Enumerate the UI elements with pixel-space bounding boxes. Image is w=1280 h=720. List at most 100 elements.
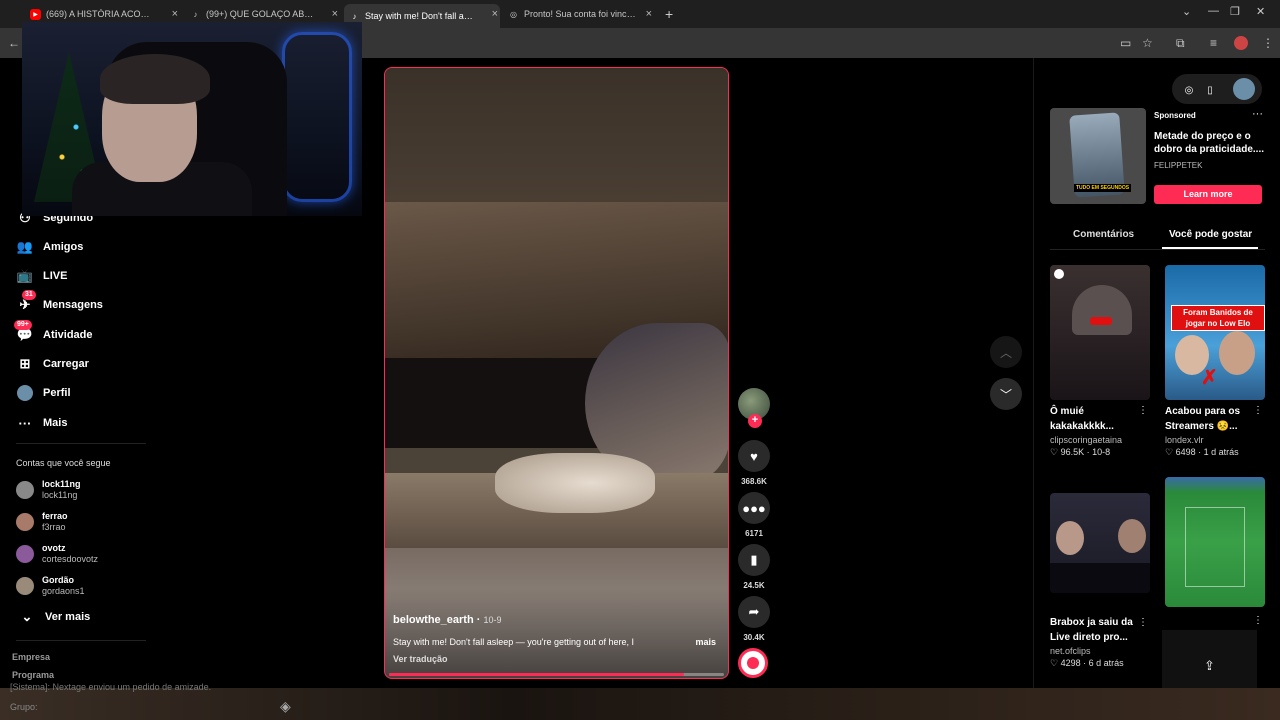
profile-icon [16, 384, 34, 402]
live-icon: 📺 [16, 268, 34, 283]
browser-tab-active[interactable]: ♪ Stay with me! Don't fall asleep × [344, 4, 500, 28]
reading-list-icon[interactable]: ≡ [1210, 36, 1217, 50]
next-video-button[interactable]: ﹀ [990, 378, 1022, 410]
card-likes: 4298 [1060, 658, 1081, 668]
nav-perfil[interactable]: Perfil [16, 384, 71, 402]
card-options-icon[interactable]: ⋮ [1253, 615, 1263, 626]
video-thumbnail[interactable] [1050, 265, 1150, 400]
card-title[interactable]: Brabox ja saiu da Live direto pro... [1050, 615, 1138, 645]
suggested-video-card[interactable]: ⋮ Ô muié kakakakkkk... clipscoringaetain… [1050, 265, 1150, 458]
comment-button[interactable]: ●●● [738, 492, 770, 524]
comment-icon: ●●● [742, 500, 766, 516]
progress-bar[interactable] [389, 673, 684, 676]
tab-comments[interactable]: Comentários [1073, 229, 1134, 240]
video-thumbnail[interactable]: Foram Banidos de jogar no Low Elo ✗ [1165, 265, 1265, 400]
footer-link[interactable]: Programa [12, 670, 54, 680]
suggested-video-card[interactable]: ⋮ Brabox ja saiu da Live direto pro... n… [1050, 493, 1150, 669]
close-tab-icon[interactable]: × [172, 8, 178, 20]
card-options-icon[interactable]: ⋮ [1253, 405, 1263, 416]
ad-title[interactable]: Metade do preço e o dobro da praticidade… [1154, 130, 1264, 156]
profile-avatar-icon[interactable] [1234, 36, 1248, 50]
account-item[interactable]: Gordão gordaons1 [16, 575, 85, 597]
like-count: 368.6K [741, 477, 767, 486]
browser-tab[interactable]: ▶ (669) A HISTÓRIA ACONTECEU × [30, 4, 180, 24]
messages-badge: 31 [22, 290, 36, 300]
nav-mais[interactable]: ··· Mais [16, 414, 68, 432]
card-likes: 6498 [1175, 447, 1196, 457]
maximize-icon[interactable]: ❐ [1230, 5, 1240, 18]
chevron-up-icon: ︿ [999, 345, 1012, 360]
user-avatar[interactable] [1233, 78, 1255, 100]
nav-atividade[interactable]: 💬 99+ Atividade [14, 320, 93, 344]
suggested-video-card[interactable]: Foram Banidos de jogar no Low Elo ✗ ⋮ Ac… [1165, 265, 1265, 458]
card-title[interactable]: Ô muié kakakakkkk... [1050, 404, 1138, 434]
extensions-icon[interactable]: ⧉ [1176, 36, 1185, 51]
card-author[interactable]: clipscoringaetaina [1050, 435, 1150, 445]
ad-image[interactable]: TUDO EM SEGUNDOS [1050, 108, 1146, 204]
cast-icon[interactable]: ▭ [1120, 36, 1131, 50]
back-icon[interactable]: ← [8, 36, 20, 50]
compass-icon[interactable]: ◎ [1179, 80, 1199, 100]
video-author[interactable]: belowthe_earth · 10-9 [393, 614, 501, 626]
nav-label: Mais [43, 417, 68, 429]
browser-tab[interactable]: ◎ Pronto! Sua conta foi vinculada × [508, 4, 654, 24]
activity-icon: 💬 99+ [14, 320, 34, 344]
footer-link[interactable]: Empresa [12, 652, 50, 662]
globe-icon: ◎ [510, 9, 517, 19]
nav-mensagens[interactable]: ✈ 31 Mensagens [16, 290, 103, 314]
avatar [16, 545, 34, 563]
mobile-icon[interactable]: ▯ [1200, 80, 1220, 100]
like-button[interactable]: ♥ [738, 440, 770, 472]
see-more-button[interactable]: ⌄ Ver mais [18, 608, 91, 626]
card-author[interactable]: net.ofclips [1050, 646, 1150, 656]
card-options-icon[interactable]: ⋮ [1138, 617, 1148, 628]
card-author[interactable]: londex.vlr [1165, 435, 1265, 445]
tab-title: (99+) QUE GOLAÇO ABSUUURDO [206, 9, 316, 19]
close-tab-icon[interactable]: × [332, 8, 338, 20]
ad-brand[interactable]: FELIPPETEK [1154, 161, 1202, 170]
browser-menu-icon[interactable]: ⋮ [1262, 36, 1274, 50]
neon-light [282, 32, 352, 202]
minimize-icon[interactable]: — [1208, 5, 1219, 17]
learn-more-button[interactable]: Learn more [1154, 185, 1262, 204]
card-title[interactable]: Acabou para os Streamers 😣... [1165, 404, 1253, 434]
close-tab-icon[interactable]: × [646, 8, 652, 20]
account-name: lock11ng [42, 479, 81, 489]
nav-label: Amigos [43, 241, 84, 253]
music-disc-icon[interactable] [738, 648, 768, 678]
caption-more-button[interactable]: mais [695, 637, 716, 647]
video-date: 10-9 [483, 615, 502, 625]
tab-search-icon[interactable]: ⌄ [1182, 5, 1191, 18]
video-thumbnail[interactable] [1050, 493, 1150, 593]
thumbnail-badge-icon [1054, 269, 1064, 279]
bookmark-star-icon[interactable]: ☆ [1142, 36, 1153, 50]
author-name[interactable]: belowthe_earth [393, 614, 474, 626]
inbox-icon: ⇪ [1204, 658, 1215, 673]
close-window-icon[interactable]: ✕ [1256, 5, 1265, 18]
new-tab-button[interactable]: + [665, 6, 673, 22]
follow-button[interactable]: + [748, 414, 762, 428]
suggested-video-card[interactable]: ⋮ [1165, 477, 1265, 626]
close-tab-icon[interactable]: × [492, 8, 498, 20]
translate-button[interactable]: Ver tradução [393, 654, 448, 664]
nav-live[interactable]: 📺 LIVE [16, 267, 68, 285]
friends-icon: 👥 [16, 239, 34, 254]
share-button[interactable]: ➦ [738, 596, 770, 628]
nav-label: Perfil [43, 387, 71, 399]
account-item[interactable]: lock11ng lock11ng [16, 479, 81, 501]
save-button[interactable]: ▮ [738, 544, 770, 576]
nav-label: Carregar [43, 358, 89, 370]
video-thumbnail[interactable] [1165, 477, 1265, 607]
video-player[interactable]: belowthe_earth · 10-9 Stay with me! Don'… [384, 67, 729, 679]
card-options-icon[interactable]: ⋮ [1138, 405, 1148, 416]
tab-suggested[interactable]: Você pode gostar [1169, 229, 1252, 240]
previous-video-button[interactable]: ︿ [990, 336, 1022, 368]
nav-amigos[interactable]: 👥 Amigos [16, 238, 83, 256]
ad-options-icon[interactable]: ··· [1252, 108, 1263, 120]
browser-tab[interactable]: ♪ (99+) QUE GOLAÇO ABSUUURDO × [190, 4, 340, 24]
account-item[interactable]: ovotz cortesdoovotz [16, 543, 98, 565]
account-item[interactable]: ferrao f3rrao [16, 511, 68, 533]
webcam-overlay [22, 22, 362, 216]
nav-carregar[interactable]: ⊞ Carregar [16, 355, 89, 373]
save-count: 24.5K [743, 581, 765, 590]
